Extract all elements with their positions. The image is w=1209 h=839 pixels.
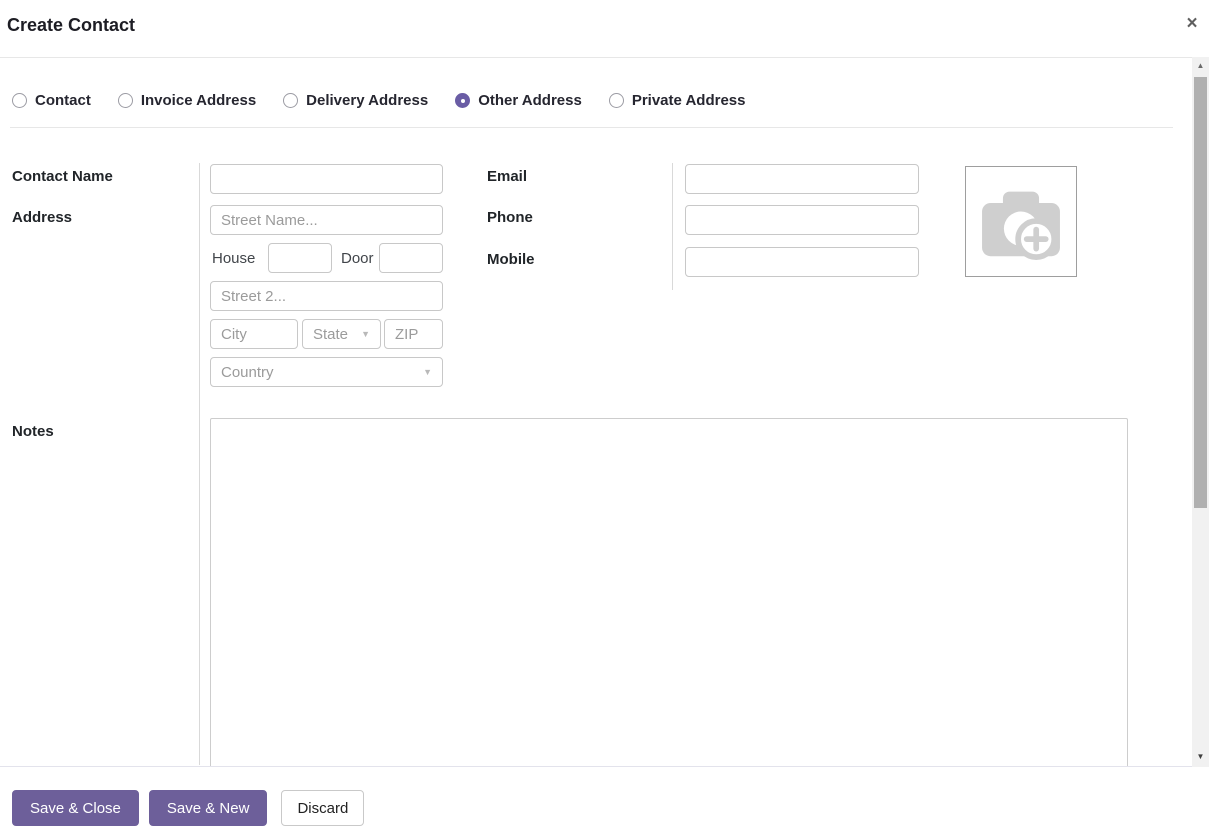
scroll-down-icon[interactable]: ▼: [1192, 748, 1209, 765]
radio-contact[interactable]: Contact: [12, 92, 91, 109]
phone-input[interactable]: [685, 205, 919, 235]
mobile-input[interactable]: [685, 247, 919, 277]
radio-label: Private Address: [632, 92, 746, 109]
door-input[interactable]: [379, 243, 443, 273]
save-new-button[interactable]: Save & New: [149, 790, 268, 826]
modal-footer: Save & Close Save & New Discard: [0, 767, 1209, 839]
vertical-scrollbar[interactable]: ▲ ▼: [1192, 57, 1209, 767]
right-group-separator: [672, 163, 673, 290]
zip-input[interactable]: [384, 319, 443, 349]
country-select[interactable]: Country ▼: [210, 357, 443, 387]
scroll-up-icon[interactable]: ▲: [1192, 57, 1209, 74]
radio-label: Delivery Address: [306, 92, 428, 109]
page-title: Create Contact: [7, 15, 135, 36]
state-select[interactable]: State ▼: [302, 319, 381, 349]
radio-label: Invoice Address: [141, 92, 256, 109]
close-icon[interactable]: ×: [1180, 12, 1204, 36]
photo-upload[interactable]: [965, 166, 1077, 277]
radio-circle-icon: [609, 93, 624, 108]
notes-input[interactable]: [210, 418, 1128, 766]
radio-other-address[interactable]: Other Address: [455, 92, 582, 109]
country-placeholder: Country: [221, 364, 274, 381]
phone-label: Phone: [487, 209, 533, 226]
camera-plus-icon: [978, 184, 1064, 260]
radio-delivery-address[interactable]: Delivery Address: [283, 92, 428, 109]
radio-row-divider: [10, 127, 1173, 128]
state-placeholder: State: [313, 326, 348, 343]
email-label: Email: [487, 168, 527, 185]
radio-circle-icon: [118, 93, 133, 108]
radio-circle-icon: [12, 93, 27, 108]
radio-label: Contact: [35, 92, 91, 109]
street2-input[interactable]: [210, 281, 443, 311]
radio-circle-icon: [283, 93, 298, 108]
email-input[interactable]: [685, 164, 919, 194]
house-label: House: [212, 250, 255, 267]
notes-label: Notes: [12, 423, 54, 440]
scrollbar-thumb[interactable]: [1194, 77, 1207, 508]
discard-button[interactable]: Discard: [281, 790, 364, 826]
door-label: Door: [341, 250, 374, 267]
header-divider: [0, 57, 1209, 58]
contact-name-label: Contact Name: [12, 168, 113, 185]
radio-label: Other Address: [478, 92, 582, 109]
house-input[interactable]: [268, 243, 332, 273]
radio-circle-icon: [455, 93, 470, 108]
chevron-down-icon: ▼: [361, 329, 370, 339]
city-input[interactable]: [210, 319, 298, 349]
address-label: Address: [12, 209, 72, 226]
notes-clip: [210, 418, 1128, 766]
left-group-separator: [199, 163, 200, 765]
radio-invoice-address[interactable]: Invoice Address: [118, 92, 256, 109]
save-close-button[interactable]: Save & Close: [12, 790, 139, 826]
address-type-selector: Contact Invoice Address Delivery Address…: [12, 92, 746, 109]
chevron-down-icon: ▼: [423, 367, 432, 377]
radio-private-address[interactable]: Private Address: [609, 92, 746, 109]
mobile-label: Mobile: [487, 251, 535, 268]
contact-name-input[interactable]: [210, 164, 443, 194]
street-input[interactable]: [210, 205, 443, 235]
